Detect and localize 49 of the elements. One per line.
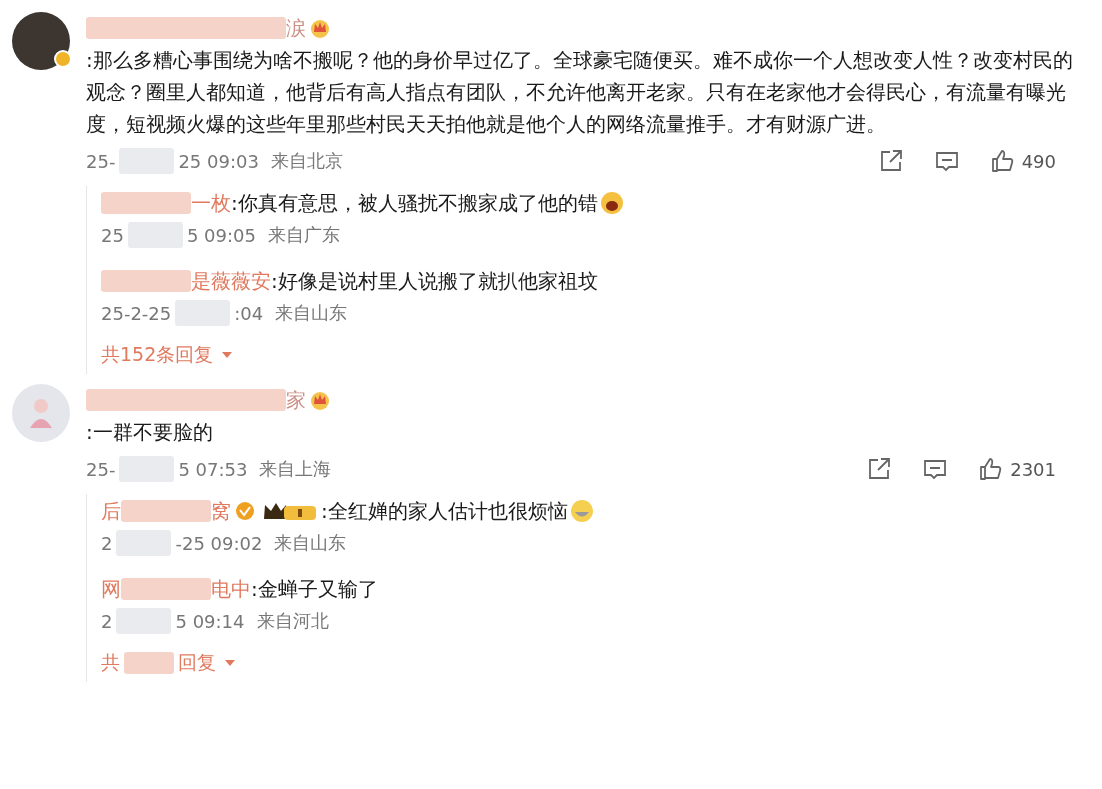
like-count: 490 <box>1021 150 1056 172</box>
username[interactable]: 电中 <box>211 572 251 606</box>
timestamp: 2 <box>101 610 113 632</box>
more-replies-link[interactable]: 共 <box>101 650 120 676</box>
caret-down-icon[interactable] <box>224 659 236 667</box>
verified-badge-icon <box>234 500 256 522</box>
comment-text: :一群不要脸的 <box>86 419 214 446</box>
timestamp: 5 09:05 <box>186 224 256 246</box>
reply-text: :好像是说村里人说搬了就扒他家祖坟 <box>271 268 598 295</box>
username[interactable]: 家 <box>286 384 306 416</box>
laughing-emoji-icon <box>599 191 624 215</box>
crown-badge-icon <box>309 17 331 39</box>
timestamp: 25- <box>86 458 116 480</box>
verified-badge-icon <box>54 50 72 68</box>
reply-text: :金蝉子又输了 <box>251 576 378 603</box>
avatar[interactable] <box>12 12 70 70</box>
comment-text: :那么多糟心事围绕为啥不搬呢？他的身价早过亿了。全球豪宅随便买。难不成你一个人想改变人性？改变村民的观念？圈里人都知道，他背后有高人指点有团队，不允许他离开老家。只有在老家他才会得民心，有流量有曝光度，短视频火爆的这些年里那些村民天天拍他就是他个人的网络流量推手。才有财源广进。 <box>86 47 1074 138</box>
location-text: 来自北京 <box>270 149 343 173</box>
timestamp: -25 09:02 <box>175 532 263 554</box>
reply-text: :你真有意思，被人骚扰不搬家成了他的错 <box>231 190 598 217</box>
location-text: 来自河北 <box>256 609 329 633</box>
timestamp: 5 07:53 <box>178 458 248 480</box>
location-text: 来自山东 <box>274 531 347 555</box>
reply-text: :全红婵的家人估计也很烦恼 <box>321 498 568 525</box>
location-text: 来自广东 <box>267 223 340 247</box>
timestamp: 5 09:14 <box>175 610 245 632</box>
timestamp: :04 <box>234 302 264 324</box>
location-text: 来自山东 <box>275 301 348 325</box>
timestamp: 25-2-25 <box>101 302 172 324</box>
username[interactable]: 后 <box>101 494 121 528</box>
timestamp: 25- <box>86 150 116 172</box>
username[interactable]: 涙 <box>286 12 306 44</box>
timestamp: 2 <box>101 532 113 554</box>
username[interactable]: 一枚 <box>191 186 231 220</box>
crown-badge-icon <box>309 389 331 411</box>
caret-down-icon[interactable] <box>221 351 234 359</box>
more-replies-link[interactable]: 共152条回复 <box>101 342 214 368</box>
thumbs-up-icon[interactable] <box>989 148 1016 174</box>
username[interactable]: 是薇薇安 <box>191 264 271 298</box>
more-replies-link[interactable]: 回复 <box>178 650 216 676</box>
username[interactable]: 网 <box>101 572 121 606</box>
timestamp: 25 09:03 <box>178 150 259 172</box>
redaction-block <box>124 652 174 674</box>
grin-emoji-icon <box>569 499 594 523</box>
like-count: 2301 <box>1010 458 1056 480</box>
location-text: 来自上海 <box>259 457 332 481</box>
share-icon[interactable] <box>866 456 893 482</box>
username[interactable]: 窝 <box>211 494 231 528</box>
timestamp: 25 <box>101 224 124 246</box>
